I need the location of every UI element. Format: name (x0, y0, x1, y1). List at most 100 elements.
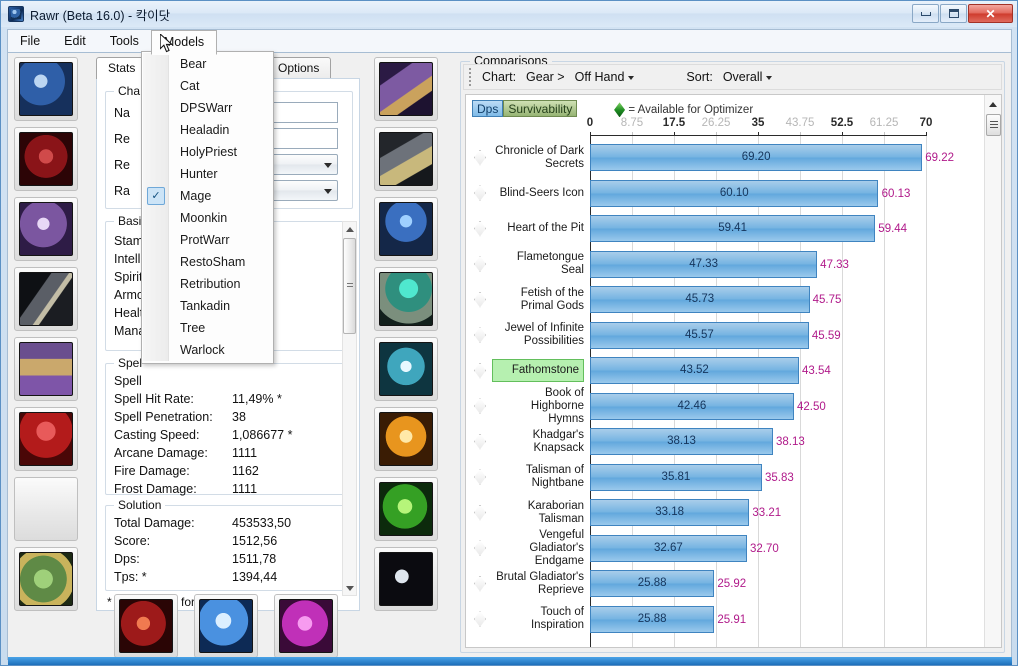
chart-bar[interactable]: 33.18 (590, 499, 750, 526)
tabard-slot-icon-empty[interactable] (14, 477, 78, 541)
scrollbar-thumb[interactable] (986, 114, 1001, 136)
optimizer-diamond-icon[interactable] (474, 256, 486, 272)
waist-slot-icon[interactable] (374, 127, 438, 191)
chart-row-label[interactable]: Chronicle of Dark Secrets (492, 145, 584, 170)
chart-bar-value: 38.13 (667, 435, 696, 447)
menu-option-label: Moonkin (180, 211, 228, 225)
chart-bar[interactable]: 32.67 (590, 534, 747, 562)
minimize-button[interactable] (912, 4, 939, 23)
chart-row-label[interactable]: Vengeful Gladiator's Endgame (492, 529, 584, 567)
tab-stats[interactable]: Stats (96, 57, 148, 79)
legend-pill-survivability[interactable]: Survivability (503, 100, 578, 117)
optimizer-diamond-icon[interactable] (474, 362, 486, 379)
menu-option-holypriest[interactable]: HolyPriest (142, 141, 273, 163)
chart-row-label[interactable]: Blind-Seers Icon (492, 182, 584, 205)
back-slot-icon[interactable] (14, 267, 78, 331)
chart-row-label[interactable]: Book of Highborne Hymns (492, 387, 584, 425)
chart-bar[interactable]: 35.81 (590, 463, 762, 491)
menu-option-moonkin[interactable]: Moonkin (142, 207, 273, 229)
menu-option-dpswarr[interactable]: DPSWarr (142, 97, 273, 119)
scroll-up-icon[interactable] (989, 102, 997, 107)
maximize-button[interactable] (940, 4, 967, 23)
main-hand-slot-icon[interactable] (114, 594, 178, 658)
optimizer-diamond-icon[interactable] (474, 575, 486, 592)
chest-slot-icon[interactable] (14, 337, 78, 401)
chart-bar[interactable]: 47.33 (590, 250, 818, 278)
chart-bar[interactable]: 25.88 (590, 570, 715, 597)
feet-slot-icon[interactable] (374, 267, 438, 331)
scroll-down-icon[interactable] (343, 581, 356, 595)
neck-slot-icon[interactable] (14, 127, 78, 191)
optimizer-diamond-icon[interactable] (474, 398, 486, 414)
chart-row-label[interactable]: Touch of Inspiration (492, 606, 584, 631)
optimizer-diamond-icon[interactable] (474, 504, 486, 521)
menu-item-tools[interactable]: Tools (98, 30, 151, 53)
chart-bar[interactable]: 59.41 (590, 215, 876, 242)
chart-row-label[interactable]: Brutal Gladiator's Reprieve (492, 571, 584, 596)
legend-pill-dps[interactable]: Dps (472, 100, 504, 117)
chart-row-label[interactable]: Jewel of Infinite Possibilities (492, 322, 584, 347)
menu-option-restosham[interactable]: RestoSham (142, 251, 273, 273)
chart-row-label[interactable]: Fathomstone (492, 359, 584, 382)
optimizer-diamond-icon[interactable] (474, 291, 486, 308)
chart-row-label[interactable]: Fetish of the Primal Gods (492, 287, 584, 312)
menu-item-models[interactable]: Models (150, 29, 218, 55)
menu-option-mage[interactable]: ✓ Mage (142, 185, 273, 207)
menu-option-tankadin[interactable]: Tankadin (142, 295, 273, 317)
shoulders-slot-icon[interactable] (14, 197, 78, 261)
optimizer-diamond-icon[interactable] (474, 611, 486, 627)
ring2-slot-icon[interactable] (374, 407, 438, 471)
menu-item-file[interactable]: File (8, 30, 52, 53)
chart-row-label[interactable]: Flametongue Seal (492, 251, 584, 276)
chart-row-label[interactable]: Heart of the Pit (492, 217, 584, 240)
scroll-up-icon[interactable] (343, 222, 356, 236)
optimizer-diamond-icon[interactable] (474, 327, 486, 343)
character-panel-scrollbar[interactable] (342, 221, 357, 596)
chart-bar[interactable]: 42.46 (590, 392, 794, 420)
menu-option-tree[interactable]: Tree (142, 317, 273, 339)
menu-item-edit[interactable]: Edit (52, 30, 98, 53)
chart-row-label[interactable]: Khadgar's Knapsack (492, 429, 584, 454)
optimizer-diamond-icon[interactable] (474, 433, 486, 450)
sort-dropdown[interactable]: Overall (718, 70, 778, 84)
menu-option-retribution[interactable]: Retribution (142, 273, 273, 295)
chart-subcategory-dropdown[interactable]: Off Hand (570, 70, 640, 84)
chart-bar[interactable]: 43.52 (590, 357, 799, 384)
ring1-slot-icon[interactable] (374, 337, 438, 401)
menu-option-protwarr[interactable]: ProtWarr (142, 229, 273, 251)
chart-scrollbar[interactable] (984, 95, 1001, 647)
shirt-slot-icon[interactable] (14, 407, 78, 471)
trinket1-slot-icon[interactable] (374, 477, 438, 541)
optimizer-diamond-icon[interactable] (474, 469, 486, 485)
menu-option-healadin[interactable]: Healadin (142, 119, 273, 141)
chart-bar[interactable]: 45.57 (590, 321, 809, 349)
scrollbar-thumb[interactable] (343, 238, 356, 334)
chart-bar[interactable]: 69.20 (590, 144, 923, 171)
chart-bar[interactable]: 38.13 (590, 428, 774, 455)
trinket2-slot-icon[interactable] (374, 547, 438, 611)
head-slot-icon[interactable] (14, 57, 78, 121)
chart-bar[interactable]: 45.73 (590, 286, 810, 313)
wrist-slot-icon[interactable] (14, 547, 78, 611)
toolbar-grip-handle[interactable] (466, 68, 474, 86)
chart-bar[interactable]: 25.88 (590, 605, 715, 633)
off-hand-slot-icon[interactable] (194, 594, 258, 658)
comparison-chart: Dps Survivability = Available for Optimiz… (465, 94, 1002, 648)
menu-option-cat[interactable]: Cat (142, 75, 273, 97)
ranged-slot-icon[interactable] (274, 594, 338, 658)
menu-option-bear[interactable]: Bear (142, 53, 273, 75)
menu-option-warlock[interactable]: Warlock (142, 339, 273, 361)
optimizer-diamond-icon[interactable] (474, 149, 486, 166)
menu-option-hunter[interactable]: Hunter (142, 163, 273, 185)
legs-slot-icon[interactable] (374, 197, 438, 261)
tab-options[interactable]: Options (266, 57, 332, 78)
chart-row-label[interactable]: Talisman of Nightbane (492, 464, 584, 489)
chart-bar[interactable]: 60.10 (590, 179, 879, 207)
optimizer-diamond-icon[interactable] (474, 220, 486, 237)
chart-category-value[interactable]: Gear > (521, 70, 570, 84)
chart-row-label[interactable]: Karaborian Talisman (492, 500, 584, 525)
optimizer-diamond-icon[interactable] (474, 185, 486, 201)
close-button[interactable]: ✕ (968, 4, 1013, 23)
hands-slot-icon[interactable] (374, 57, 438, 121)
optimizer-diamond-icon[interactable] (474, 540, 486, 556)
